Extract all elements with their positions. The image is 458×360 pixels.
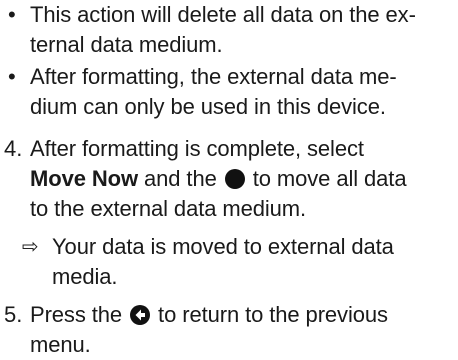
step-text-line: to the external data medium.: [30, 196, 307, 221]
filled-circle-icon: [224, 169, 245, 189]
step-text-line: Move Now and the to move all data: [30, 166, 407, 191]
move-now-label: Move Now: [30, 166, 138, 191]
step-number: 5.: [4, 302, 23, 327]
bullet-text-line: After formatting, the external data me-: [30, 64, 397, 89]
bullet-text-line: dium can only be used in this device.: [30, 94, 386, 119]
result-arrow-icon: ⇨: [22, 236, 39, 258]
step-text-line: Press the to return to the previous: [30, 300, 388, 333]
step-text-line: menu.: [30, 332, 91, 357]
manual-page: • This action will delete all data on th…: [0, 0, 458, 357]
result-text-line: Your data is moved to external data: [52, 234, 394, 259]
bullet-marker: •: [8, 2, 16, 27]
bullet-marker: •: [8, 64, 16, 89]
step-text-line: After formatting is complete, select: [30, 136, 364, 161]
back-arrow-icon: [130, 303, 151, 333]
result-text-line: media.: [52, 264, 118, 289]
step-number: 4.: [4, 136, 23, 161]
bullet-text-line: ternal data medium.: [30, 32, 223, 57]
bullet-text-line: This action will delete all data on the …: [30, 2, 416, 27]
